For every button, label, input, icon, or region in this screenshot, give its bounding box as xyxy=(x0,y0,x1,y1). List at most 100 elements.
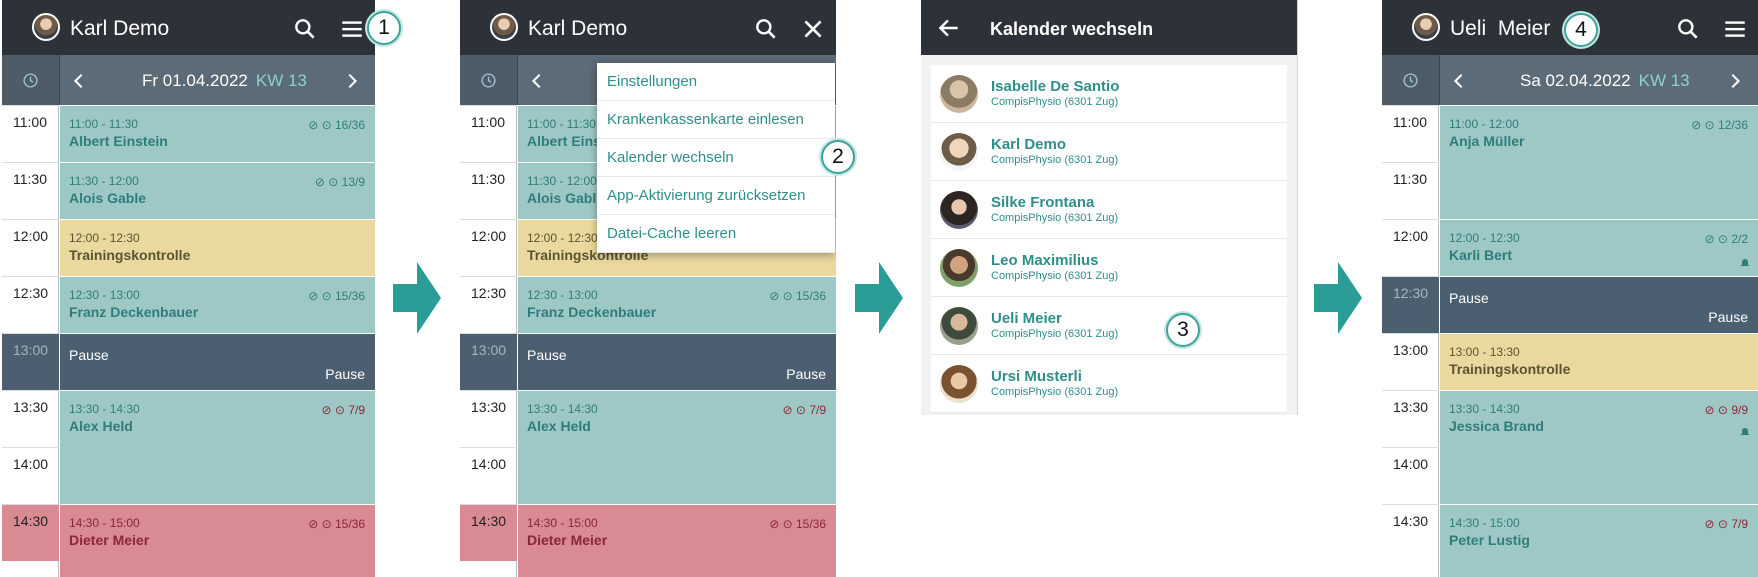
event-block[interactable]: 11:00 - 12:00 Anja Müller ⊘ ⊙ 12/36 xyxy=(1440,105,1758,219)
calendar-list-item[interactable]: Karl Demo CompisPhysio (6301 Zug) xyxy=(931,123,1287,181)
event-count: ⊘ ⊙ 2/2 xyxy=(1704,232,1748,246)
time-label: 14:00 xyxy=(13,456,49,472)
chevron-left-icon[interactable] xyxy=(528,72,546,90)
chevron-left-icon[interactable] xyxy=(1450,72,1468,90)
dropdown-menu: Einstellungen Krankenkassenkarte einlese… xyxy=(597,63,835,253)
event-count: ⊘ ⊙ 7/9 xyxy=(321,403,365,417)
event-count-value: 13/9 xyxy=(341,175,365,189)
search-icon[interactable] xyxy=(1675,16,1701,42)
time-slot: 11:30 xyxy=(2,162,59,219)
calendar-list-item[interactable]: Silke Frontana CompisPhysio (6301 Zug) xyxy=(931,181,1287,239)
event-block[interactable]: 13:00 - 13:30 Trainingskontrolle xyxy=(1440,333,1758,390)
event-name: Trainingskontrolle xyxy=(1449,361,1571,377)
event-block[interactable]: 13:30 - 14:30 Alex Held ⊘ ⊙ 7/9 xyxy=(518,390,836,504)
avatar xyxy=(940,249,978,287)
time-label: 12:30 xyxy=(471,285,507,301)
event-name: Alois Gable xyxy=(69,190,147,206)
calendar-list-item[interactable]: Ueli Meier CompisPhysio (6301 Zug) xyxy=(931,297,1287,355)
top-bar: Kalender wechseln xyxy=(921,0,1297,55)
event-name: Franz Deckenbauer xyxy=(527,304,657,320)
calendar-subtitle: CompisPhysio (6301 Zug) xyxy=(991,270,1119,282)
calendar-name: Karl Demo xyxy=(991,136,1067,153)
step-badge: 2 xyxy=(821,140,855,174)
calendar-list-item[interactable]: Ursi Musterli CompisPhysio (6301 Zug) xyxy=(931,355,1287,413)
clock-cell[interactable] xyxy=(2,55,60,105)
event-count: ⊘ ⊙ 7/9 xyxy=(782,403,826,417)
pause-block[interactable]: Pause Pause xyxy=(518,333,836,390)
time-label: 12:30 xyxy=(13,285,49,301)
pause-label-right: Pause xyxy=(1708,309,1748,325)
chevron-right-icon[interactable] xyxy=(1726,72,1744,90)
user-avatar[interactable] xyxy=(1412,13,1440,41)
event-block[interactable]: 12:30 - 13:00 Franz Deckenbauer ⊘ ⊙ 15/36 xyxy=(60,276,375,333)
event-count: ⊘ ⊙ 9/9 xyxy=(1704,403,1748,417)
clock-cell[interactable] xyxy=(460,55,518,105)
date-bar: Fr 01.04.2022 KW 13 xyxy=(2,55,375,105)
event-count: ⊘ ⊙ 7/9 xyxy=(1704,517,1748,531)
time-slot: 12:00 xyxy=(2,219,59,276)
event-block[interactable]: 11:30 - 12:00 Alois Gable ⊘ ⊙ 13/9 xyxy=(60,162,375,219)
screen-1-calendar: Karl Demo Fr 01.04.2022 KW 13 11:00 11:30… xyxy=(2,0,375,577)
event-name: Trainingskontrolle xyxy=(69,247,191,263)
chevron-right-icon[interactable] xyxy=(343,72,361,90)
step-arrow-icon xyxy=(855,262,903,334)
calendar-subtitle: CompisPhysio (6301 Zug) xyxy=(991,386,1119,398)
time-slot: 14:30 xyxy=(460,504,517,561)
user-avatar[interactable] xyxy=(490,13,518,41)
calendar-list-item[interactable]: Leo Maximilius CompisPhysio (6301 Zug) xyxy=(931,239,1287,297)
event-count: ⊘ ⊙ 13/9 xyxy=(314,175,365,189)
time-slot: 12:30 xyxy=(1382,276,1439,333)
event-name: Alex Held xyxy=(527,418,591,434)
avatar xyxy=(940,365,978,403)
time-slot: 13:30 xyxy=(1382,390,1439,447)
date-text: Sa 02.04.2022 xyxy=(1520,71,1631,90)
time-label: 14:30 xyxy=(471,513,507,529)
event-block[interactable]: 14:30 - 15:00 Dieter Meier ⊘ ⊙ 15/36 xyxy=(60,504,375,577)
hamburger-menu-icon[interactable] xyxy=(339,16,365,42)
event-count-value: 15/36 xyxy=(334,517,365,531)
pause-label-right: Pause xyxy=(325,366,365,382)
event-block[interactable]: 11:00 - 11:30 Albert Einstein ⊘ ⊙ 16/36 xyxy=(60,105,375,162)
menu-item-einstellungen[interactable]: Einstellungen xyxy=(597,63,835,101)
menu-item-krankenkassenkarte[interactable]: Krankenkassenkarte einlesen xyxy=(597,101,835,139)
back-arrow-icon[interactable] xyxy=(936,15,962,41)
calendar-name: Isabelle De Santio xyxy=(991,78,1120,95)
menu-item-datei-cache[interactable]: Datei-Cache leeren xyxy=(597,215,835,253)
chevron-left-icon[interactable] xyxy=(70,72,88,90)
event-block[interactable]: 14:30 - 15:00 Dieter Meier ⊘ ⊙ 15/36 xyxy=(518,504,836,577)
event-block[interactable]: 12:30 - 13:00 Franz Deckenbauer ⊘ ⊙ 15/36 xyxy=(518,276,836,333)
time-label: 13:30 xyxy=(471,399,507,415)
time-slot: 12:30 xyxy=(2,276,59,333)
time-label: 11:00 xyxy=(1393,114,1427,130)
time-slot: 12:30 xyxy=(460,276,517,333)
time-label: 13:30 xyxy=(1393,399,1429,415)
search-icon[interactable] xyxy=(292,16,318,42)
user-avatar[interactable] xyxy=(32,13,60,41)
calendar-subtitle: CompisPhysio (6301 Zug) xyxy=(991,154,1119,166)
date-text: Fr 01.04.2022 xyxy=(142,71,248,90)
menu-item-app-aktivierung[interactable]: App-Aktivierung zurücksetzen xyxy=(597,177,835,215)
time-label: 13:00 xyxy=(13,342,49,358)
time-label: 12:30 xyxy=(1393,285,1429,301)
event-name: Alex Held xyxy=(69,418,133,434)
event-time: 13:00 - 13:30 xyxy=(1449,345,1520,359)
pause-block[interactable]: Pause Pause xyxy=(60,333,375,390)
event-block[interactable]: 14:30 - 15:00 Peter Lustig ⊘ ⊙ 7/9 xyxy=(1440,504,1758,577)
time-slot: 13:30 xyxy=(460,390,517,447)
search-icon[interactable] xyxy=(753,16,779,42)
close-icon[interactable] xyxy=(800,16,826,42)
event-block[interactable]: 12:00 - 12:30 Karli Bert ⊘ ⊙ 2/2 xyxy=(1440,219,1758,276)
event-block[interactable]: 13:30 - 14:30 Jessica Brand ⊘ ⊙ 9/9 xyxy=(1440,390,1758,504)
event-block[interactable]: 12:00 - 12:30 Trainingskontrolle xyxy=(60,219,375,276)
time-slot: 11:30 xyxy=(460,162,517,219)
menu-item-kalender-wechseln[interactable]: Kalender wechseln xyxy=(597,139,835,177)
event-name: Karli Bert xyxy=(1449,247,1513,263)
event-count-value: 9/9 xyxy=(1731,403,1748,417)
hamburger-menu-icon[interactable] xyxy=(1722,16,1748,42)
user-name: Karl Demo xyxy=(528,17,628,40)
event-block[interactable]: 13:30 - 14:30 Alex Held ⊘ ⊙ 7/9 xyxy=(60,390,375,504)
top-bar: Karl Demo xyxy=(460,0,836,55)
pause-block[interactable]: Pause Pause xyxy=(1440,276,1758,333)
clock-cell[interactable] xyxy=(1382,55,1440,105)
calendar-list-item[interactable]: Isabelle De Santio CompisPhysio (6301 Zug… xyxy=(931,65,1287,123)
